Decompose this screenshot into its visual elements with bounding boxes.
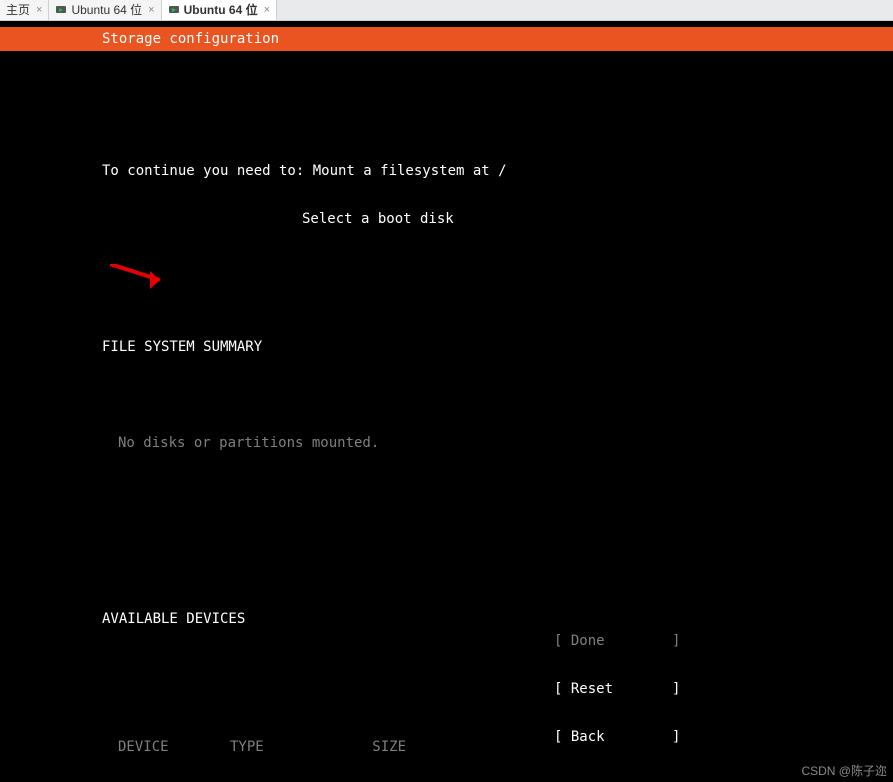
instruction-line-1: To continue you need to: Mount a filesys… (0, 163, 893, 179)
done-button: [ Done ] (0, 633, 893, 649)
tab-label: Ubuntu 64 位 (184, 2, 258, 18)
fs-summary-message: No disks or partitions mounted. (0, 435, 893, 451)
page-title: Storage configuration (102, 31, 279, 47)
instruction-line-2: Select a boot disk (0, 211, 893, 227)
tab-label: Ubuntu 64 位 (71, 2, 142, 18)
reset-button[interactable]: [ Reset ] (0, 681, 893, 697)
back-button[interactable]: [ Back ] (0, 729, 893, 745)
vm-tab-ubuntu-1[interactable]: Ubuntu 64 位 × (49, 0, 161, 20)
close-icon[interactable]: × (262, 2, 272, 18)
watermark: CSDN @陈子迩 (801, 763, 887, 779)
vm-tab-bar: 主页 × Ubuntu 64 位 × Ubuntu 64 位 × (0, 0, 893, 21)
vm-tab-ubuntu-2[interactable]: Ubuntu 64 位 × (162, 0, 277, 20)
vm-icon (55, 4, 67, 16)
vm-icon (168, 4, 180, 16)
section-title-fs-summary: FILE SYSTEM SUMMARY (0, 339, 893, 355)
installer-header: Storage configuration (0, 27, 893, 51)
vm-tab-home[interactable]: 主页 × (0, 0, 49, 20)
close-icon[interactable]: × (146, 2, 156, 18)
installer-body: To continue you need to: Mount a filesys… (0, 51, 893, 782)
tab-label: 主页 (6, 2, 30, 18)
close-icon[interactable]: × (34, 2, 44, 18)
action-buttons: [ Done ] [ Reset ] [ Back ] (0, 601, 893, 777)
